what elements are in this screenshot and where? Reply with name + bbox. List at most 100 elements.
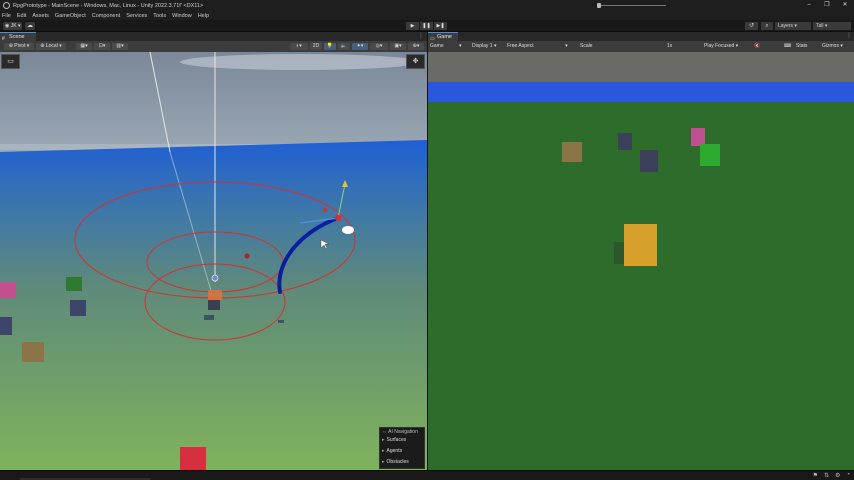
network-icon[interactable]: ⇅ (824, 472, 829, 479)
settings-icon[interactable]: ⚙ (835, 472, 840, 479)
expand-arrow-icon: ▸ (382, 437, 385, 443)
scene-view-gizmo-icon[interactable]: ✥ (406, 54, 425, 69)
bug-icon[interactable]: ⚑ (813, 472, 818, 479)
scene-orientation-icon[interactable]: ▭ (1, 54, 20, 69)
gizmos-label: Gizmos (822, 43, 839, 49)
display-label: Display 1 (472, 43, 493, 49)
menu-services[interactable]: Services (126, 13, 147, 19)
maximize-icon[interactable]: ❐ (818, 0, 836, 11)
menu-assets[interactable]: Assets (32, 13, 49, 19)
notification-icon[interactable]: ◔ (846, 472, 850, 479)
gizmos-icon[interactable]: ⊕▾ (408, 43, 424, 50)
minimize-icon[interactable]: – (800, 0, 818, 11)
scene-tab-label: Scene (9, 34, 25, 40)
play-controls: ▶ ❚❚ ▶❚ (406, 22, 448, 30)
display-dropdown[interactable]: Display 1 ▾ (472, 43, 496, 50)
history-icon[interactable]: ↺ (745, 22, 758, 30)
snap-increment-icon[interactable]: ⊡▾ (94, 43, 110, 50)
cube-navy (70, 300, 86, 316)
nav-item-surfaces[interactable]: ▸ Surfaces (382, 437, 406, 443)
effects-icon[interactable]: ✦▾ (352, 43, 368, 50)
menu-tools[interactable]: Tools (153, 13, 166, 19)
scene-grid-icon[interactable]: ▥▾ (112, 43, 128, 50)
pause-icon[interactable]: ❚❚ (420, 22, 433, 30)
mode-2d-button[interactable]: 2D (310, 43, 322, 50)
play-icon[interactable]: ▶ (406, 22, 419, 30)
gizmo-handle[interactable] (335, 215, 341, 221)
menu-edit[interactable]: Edit (17, 13, 26, 19)
stats-label: Stats (796, 43, 808, 49)
nav-item-agents[interactable]: ▸ Agents (382, 448, 402, 454)
lighting-icon[interactable]: 💡 (324, 43, 336, 50)
cloud-icon[interactable]: ☁ (25, 22, 35, 30)
enemy-marker (244, 253, 250, 259)
player-body (208, 300, 220, 310)
ai-navigation-title-text: AI Navigation (388, 429, 418, 435)
menu-file[interactable]: File (2, 13, 11, 19)
layers-label: Layers (778, 23, 794, 29)
aspect-dropdown[interactable]: Free Aspect ▾ (507, 43, 568, 50)
game-view[interactable] (428, 52, 854, 470)
shadow-blob-small (278, 320, 284, 323)
layers-dropdown[interactable]: Layers ▾ (775, 22, 811, 30)
stats-button[interactable]: Stats (796, 43, 807, 50)
scale-slider-handle[interactable] (597, 3, 601, 8)
nav-item-surfaces-label: Surfaces (386, 437, 407, 443)
scale-value: 1x (667, 43, 673, 49)
tab-game[interactable]: ▭ Game (428, 32, 458, 42)
game-sky (428, 82, 854, 102)
scene-tab-menu-icon[interactable]: ⋮ (418, 32, 424, 41)
player-selection[interactable] (208, 290, 222, 300)
menu-window[interactable]: Window (172, 13, 192, 19)
cube-brown (22, 342, 44, 362)
game-tab-menu-icon[interactable]: ⋮ (846, 32, 852, 41)
keyboard-icon[interactable]: ⌨ (784, 43, 791, 50)
layout-dropdown[interactable]: Tall ▾ (813, 22, 851, 30)
nav-item-obstacles[interactable]: ▸ Obstacles (382, 459, 409, 465)
cube-navy-edge (0, 317, 12, 335)
nav-item-obstacles-label: Obstacles (386, 459, 409, 465)
game-canvas[interactable] (428, 52, 854, 470)
tab-scene[interactable]: # Scene (0, 32, 36, 42)
step-icon[interactable]: ▶❚ (434, 22, 447, 30)
scene-canvas[interactable] (0, 52, 427, 470)
cube-navy-back (618, 133, 632, 150)
cube-pink (691, 128, 705, 146)
shadow-blob (204, 315, 214, 320)
grid-snap-icon[interactable]: ▦▾ (76, 43, 92, 50)
menu-bar: File Edit Assets GameObject Component Se… (0, 11, 854, 20)
mute-audio-icon[interactable]: 🔇 (754, 43, 760, 50)
aspect-label: Free Aspect (507, 43, 534, 49)
account-label: JK (10, 23, 17, 29)
menu-gameobject[interactable]: GameObject (55, 13, 86, 19)
camera-icon[interactable]: ▣▾ (390, 43, 406, 50)
gizmo-cloud-marker (342, 226, 354, 234)
audio-icon[interactable]: 🔈 (338, 43, 350, 50)
space-dropdown[interactable]: ⊕ Local ▾ (36, 43, 66, 50)
menu-help[interactable]: Help (198, 13, 209, 19)
nav-item-agents-label: Agents (386, 448, 403, 454)
game-mode-label: Game (430, 43, 444, 49)
pivot-dropdown[interactable]: ⊕ Pivot ▾ (4, 43, 34, 50)
account-dropdown[interactable]: ◉ JK ▾ (3, 22, 22, 30)
hidden-objects-icon[interactable]: ◎▾ (370, 43, 388, 50)
window-title: RpgPrototype - MainScene - Windows, Mac,… (13, 2, 204, 9)
scale-slider[interactable] (598, 5, 666, 6)
pivot-label: Pivot (14, 43, 26, 49)
menu-component[interactable]: Component (92, 13, 120, 19)
cube-red (180, 447, 206, 470)
draw-mode-icon[interactable]: ◐▾ (290, 43, 308, 50)
cube-green (700, 144, 720, 166)
player-marker[interactable] (211, 274, 219, 282)
cube-navy-front (640, 150, 658, 172)
play-mode-dropdown[interactable]: Play Focused ▾ (704, 43, 738, 50)
main-toolbar: ◉ JK ▾ ☁ ▶ ❚❚ ▶❚ ↺ ⌕ Layers ▾ Tall ▾ (0, 20, 854, 32)
status-icons: ⚑ ⇅ ⚙ ◔ (807, 472, 850, 479)
game-mode-dropdown[interactable]: Game ▾ (430, 43, 462, 50)
gizmos-dropdown[interactable]: Gizmos ▾ (822, 43, 843, 50)
cube-pink (0, 282, 16, 298)
cube-brown (562, 142, 582, 162)
close-icon[interactable]: ✕ (836, 0, 854, 11)
search-icon[interactable]: ⌕ (761, 22, 773, 30)
scene-view[interactable]: ▭ ✥ (0, 52, 427, 470)
